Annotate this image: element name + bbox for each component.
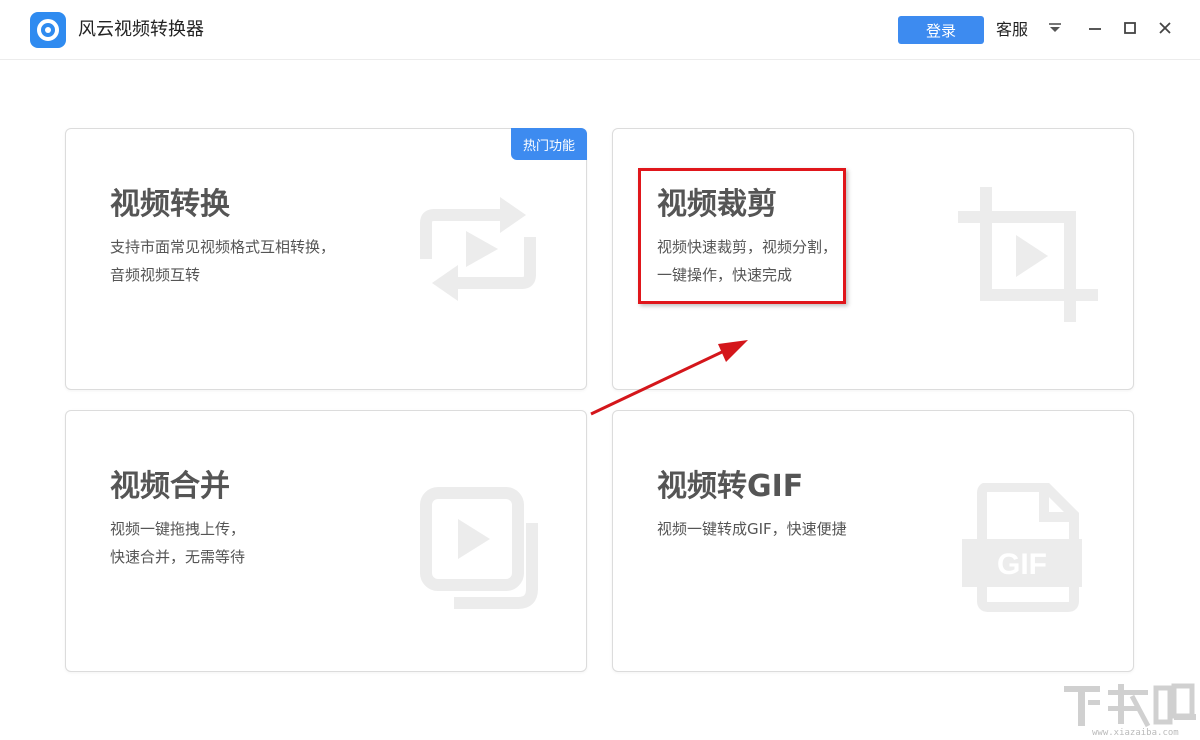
card-description-line: 视频一键转成GIF，快速便捷 (657, 520, 847, 538)
card-video-crop[interactable]: 视频裁剪 视频快速裁剪，视频分割， 一键操作，快速完成 (612, 128, 1134, 390)
login-button[interactable]: 登录 (898, 16, 984, 44)
convert-play-icon (420, 197, 536, 301)
card-description-line: 快速合并，无需等待 (110, 548, 246, 566)
card-video-to-gif[interactable]: 视频转GIF 视频一键转成GIF，快速便捷 GIF (612, 410, 1134, 672)
card-description-line: 一键操作，快速完成 (657, 266, 793, 284)
card-description: 支持市面常见视频格式互相转换， 音频视频互转 (110, 233, 335, 289)
card-title: 视频转GIF (657, 469, 804, 504)
gif-icon-label: GIF (997, 548, 1047, 581)
card-description: 视频一键转成GIF，快速便捷 (657, 515, 847, 543)
card-description-line: 视频一键拖拽上传， (110, 520, 246, 538)
title-bar: 风云视频转换器 登录 客服 (0, 0, 1200, 60)
card-title: 视频转换 (110, 187, 230, 222)
crop-play-icon (958, 187, 1098, 322)
customer-service-link[interactable]: 客服 (996, 20, 1028, 40)
app-title: 风云视频转换器 (78, 19, 204, 40)
card-description: 视频一键拖拽上传， 快速合并，无需等待 (110, 515, 245, 571)
card-description-line: 视频快速裁剪，视频分割， (657, 238, 838, 256)
close-icon[interactable] (1154, 16, 1176, 40)
card-description: 视频快速裁剪，视频分割， 一键操作，快速完成 (657, 233, 837, 289)
merge-play-icon (420, 487, 538, 609)
card-title: 视频合并 (110, 469, 230, 504)
watermark-url: www.xiazaiba.com (1092, 728, 1179, 738)
card-video-merge[interactable]: 视频合并 视频一键拖拽上传， 快速合并，无需等待 (65, 410, 587, 672)
card-title: 视频裁剪 (657, 187, 777, 222)
minimize-icon[interactable] (1084, 16, 1106, 40)
gif-file-icon: GIF (962, 483, 1082, 612)
maximize-icon[interactable] (1119, 16, 1141, 40)
watermark-logo (1064, 683, 1196, 728)
card-description-line: 支持市面常见视频格式互相转换， (110, 238, 336, 256)
hot-feature-badge: 热门功能 (511, 128, 587, 160)
card-description-line: 音频视频互转 (110, 266, 201, 284)
card-video-convert[interactable]: 热门功能 视频转换 支持市面常见视频格式互相转换， 音频视频互转 (65, 128, 587, 390)
dropdown-menu-icon[interactable] (1044, 16, 1066, 40)
app-logo-icon (30, 12, 66, 48)
